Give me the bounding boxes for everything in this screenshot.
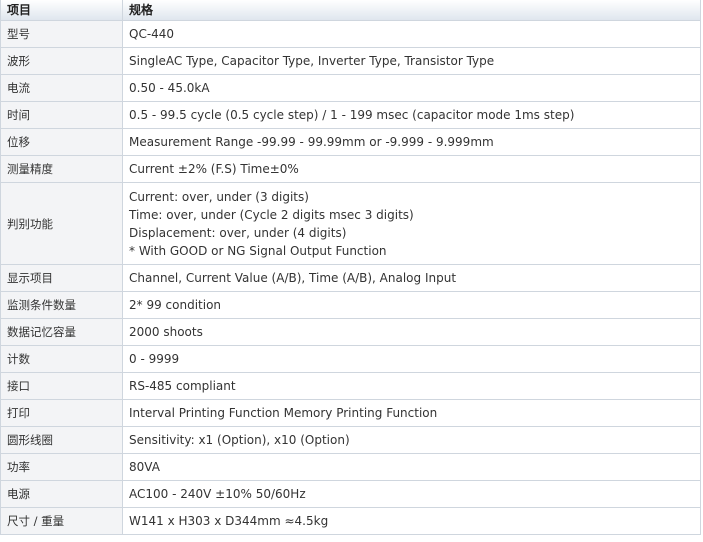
row-label: 显示项目 bbox=[0, 264, 123, 292]
row-label: 时间 bbox=[0, 101, 123, 129]
table-row: 测量精度 Current ±2% (F.S) Time±0% bbox=[0, 155, 701, 183]
row-value-multiline: Current: over, under (3 digits) Time: ov… bbox=[122, 182, 701, 265]
table-header-row: 项目 规格 bbox=[0, 0, 701, 21]
table-row: 接口 RS-485 compliant bbox=[0, 372, 701, 400]
table-row: 电源 AC100 - 240V ±10% 50/60Hz bbox=[0, 480, 701, 508]
row-value: 0.5 - 99.5 cycle (0.5 cycle step) / 1 - … bbox=[122, 101, 701, 129]
row-label: 尺寸 / 重量 bbox=[0, 507, 123, 535]
row-value: SingleAC Type, Capacitor Type, Inverter … bbox=[122, 47, 701, 75]
row-label: 电流 bbox=[0, 74, 123, 102]
row-value: Interval Printing Function Memory Printi… bbox=[122, 399, 701, 427]
row-label: 位移 bbox=[0, 128, 123, 156]
row-label: 打印 bbox=[0, 399, 123, 427]
table-row: 计数 0 - 9999 bbox=[0, 345, 701, 373]
row-value: 80VA bbox=[122, 453, 701, 481]
spec-table: 项目 规格 型号 QC-440 波形 SingleAC Type, Capaci… bbox=[0, 0, 701, 535]
row-label: 圆形线圈 bbox=[0, 426, 123, 454]
row-value: Sensitivity: x1 (Option), x10 (Option) bbox=[122, 426, 701, 454]
table-row: 圆形线圈 Sensitivity: x1 (Option), x10 (Opti… bbox=[0, 426, 701, 454]
table-row: 监测条件数量 2* 99 condition bbox=[0, 291, 701, 319]
table-row: 功率 80VA bbox=[0, 453, 701, 481]
row-value: RS-485 compliant bbox=[122, 372, 701, 400]
table-row: 判别功能 Current: over, under (3 digits) Tim… bbox=[0, 182, 701, 265]
table-row: 位移 Measurement Range -99.99 - 99.99mm or… bbox=[0, 128, 701, 156]
row-value: QC-440 bbox=[122, 20, 701, 48]
table-row: 尺寸 / 重量 W141 x H303 x D344mm ≈4.5kg bbox=[0, 507, 701, 535]
row-value: AC100 - 240V ±10% 50/60Hz bbox=[122, 480, 701, 508]
table-row: 时间 0.5 - 99.5 cycle (0.5 cycle step) / 1… bbox=[0, 101, 701, 129]
table-row: 波形 SingleAC Type, Capacitor Type, Invert… bbox=[0, 47, 701, 75]
row-value: 2* 99 condition bbox=[122, 291, 701, 319]
row-value: Measurement Range -99.99 - 99.99mm or -9… bbox=[122, 128, 701, 156]
row-value: Current ±2% (F.S) Time±0% bbox=[122, 155, 701, 183]
row-value-line: Displacement: over, under (4 digits) bbox=[129, 225, 347, 240]
row-label: 监测条件数量 bbox=[0, 291, 123, 319]
table-row: 数据记忆容量 2000 shoots bbox=[0, 318, 701, 346]
row-label: 判别功能 bbox=[0, 182, 123, 265]
header-spec: 规格 bbox=[122, 0, 701, 21]
table-row: 型号 QC-440 bbox=[0, 20, 701, 48]
table-row: 电流 0.50 - 45.0kA bbox=[0, 74, 701, 102]
table-row: 打印 Interval Printing Function Memory Pri… bbox=[0, 399, 701, 427]
row-label: 电源 bbox=[0, 480, 123, 508]
row-value-line: Time: over, under (Cycle 2 digits msec 3… bbox=[129, 207, 414, 222]
row-value: 0 - 9999 bbox=[122, 345, 701, 373]
table-row: 显示项目 Channel, Current Value (A/B), Time … bbox=[0, 264, 701, 292]
row-value: W141 x H303 x D344mm ≈4.5kg bbox=[122, 507, 701, 535]
row-label: 测量精度 bbox=[0, 155, 123, 183]
row-label: 数据记忆容量 bbox=[0, 318, 123, 346]
row-label: 计数 bbox=[0, 345, 123, 373]
header-item: 项目 bbox=[0, 0, 123, 21]
row-value: 0.50 - 45.0kA bbox=[122, 74, 701, 102]
row-value: Channel, Current Value (A/B), Time (A/B)… bbox=[122, 264, 701, 292]
row-label: 接口 bbox=[0, 372, 123, 400]
row-value-line: Current: over, under (3 digits) bbox=[129, 189, 309, 204]
row-label: 波形 bbox=[0, 47, 123, 75]
row-value: 2000 shoots bbox=[122, 318, 701, 346]
row-value-line: * With GOOD or NG Signal Output Function bbox=[129, 243, 387, 258]
row-label: 型号 bbox=[0, 20, 123, 48]
row-label: 功率 bbox=[0, 453, 123, 481]
